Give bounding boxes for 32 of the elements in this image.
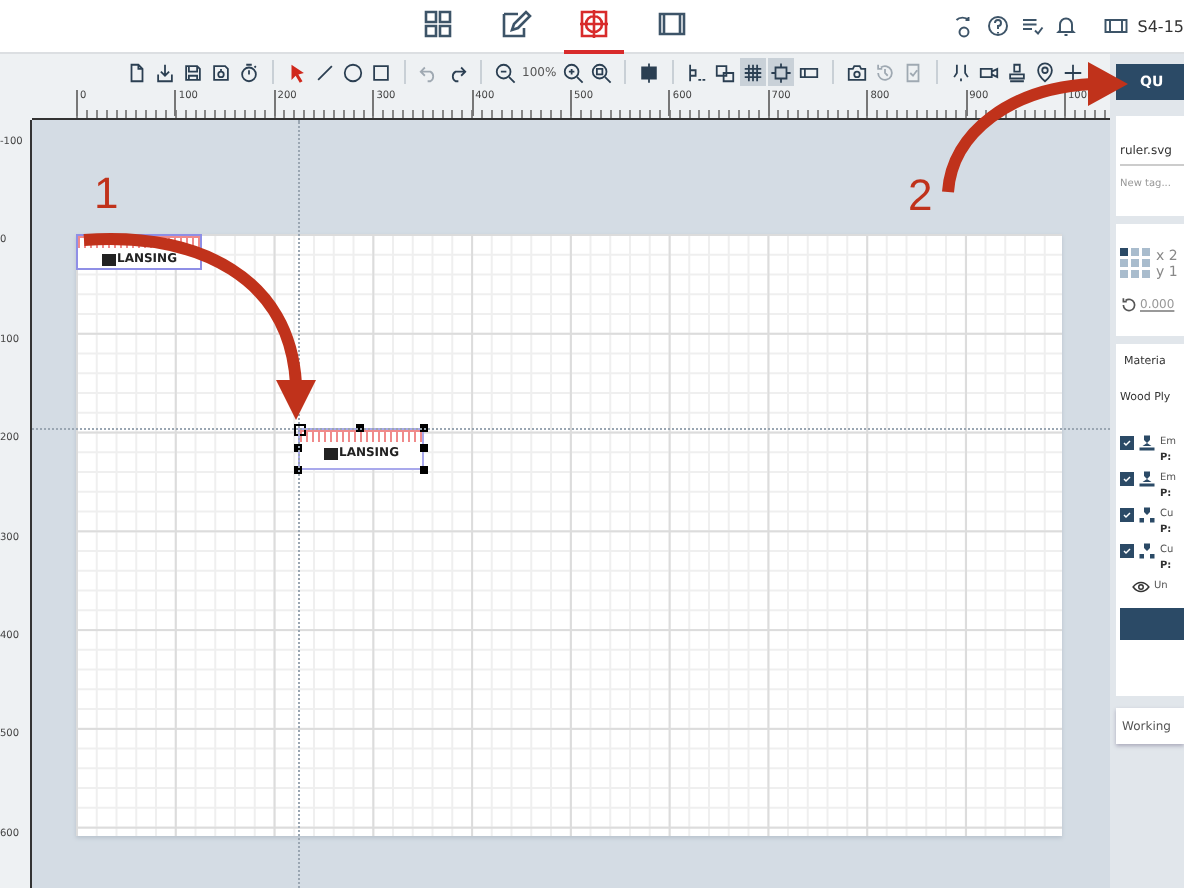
machine-name[interactable]: S4-15 xyxy=(1137,17,1184,35)
engrave-icon xyxy=(1138,433,1156,451)
machine-icon xyxy=(1103,14,1128,38)
engrave-icon xyxy=(1138,469,1156,487)
bell-icon[interactable] xyxy=(1053,14,1078,38)
stamp-icon[interactable] xyxy=(1004,58,1031,86)
cut-icon xyxy=(1138,541,1156,559)
list-icon[interactable] xyxy=(1019,14,1044,38)
zoom-out-icon[interactable] xyxy=(492,58,518,86)
edit-icon xyxy=(500,8,532,40)
circle-icon[interactable] xyxy=(340,58,366,86)
layer-checkbox[interactable] xyxy=(1120,507,1134,521)
pin-icon[interactable] xyxy=(1032,58,1059,86)
rotate-icon xyxy=(1120,295,1138,313)
layer-checkbox[interactable] xyxy=(1120,543,1134,557)
cut-icon xyxy=(1138,505,1156,523)
grid-icon xyxy=(422,8,454,40)
grid-icon[interactable] xyxy=(740,58,767,86)
align-icon[interactable] xyxy=(636,58,663,86)
anchor-grid-icon[interactable] xyxy=(1120,248,1150,278)
help-icon[interactable] xyxy=(985,14,1010,38)
step-number: 2 xyxy=(908,174,933,218)
timer-icon[interactable] xyxy=(236,58,262,86)
snap-icon[interactable] xyxy=(768,58,795,86)
eye-icon[interactable] xyxy=(1132,579,1150,593)
film-icon xyxy=(656,8,688,40)
zoom-fit-icon[interactable] xyxy=(588,58,615,86)
step-number: 1 xyxy=(94,172,119,216)
layer-checkbox[interactable] xyxy=(1120,471,1134,485)
layer-checkbox[interactable] xyxy=(1120,435,1134,449)
target-icon xyxy=(578,8,610,40)
zoom-in-icon[interactable] xyxy=(560,58,587,86)
